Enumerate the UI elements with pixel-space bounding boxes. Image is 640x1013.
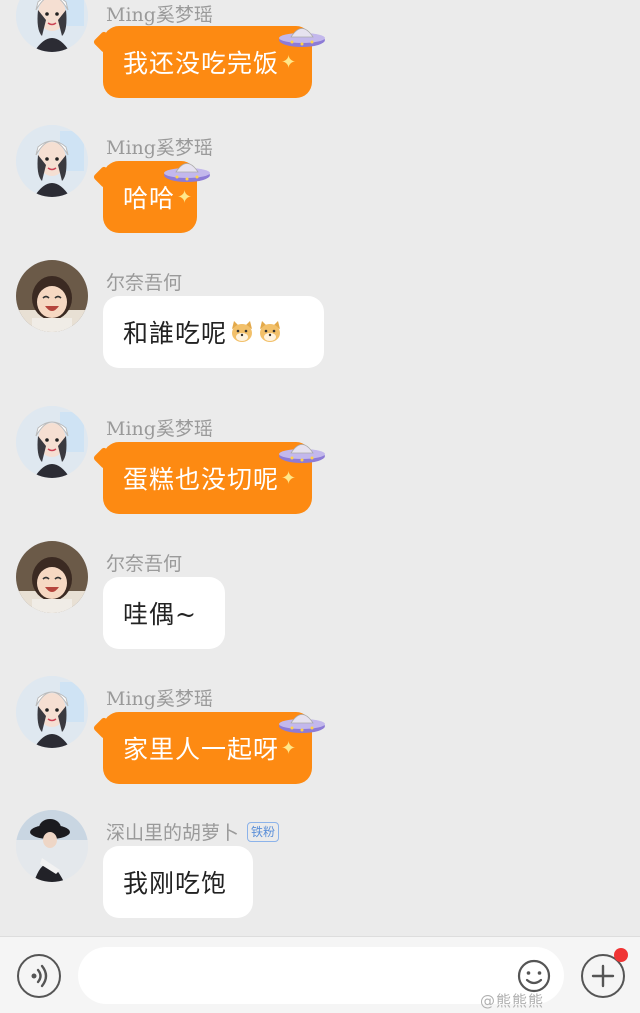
girl-white-cap-avatar[interactable] (16, 676, 88, 748)
sender-name-text: 深山里的胡萝卜 (106, 822, 240, 844)
watermark: @熊熊熊 (480, 992, 545, 1010)
woman-black-hat-avatar[interactable] (16, 810, 88, 882)
ufo-icon (279, 28, 325, 47)
message-text: 和誰吃呢 (123, 319, 228, 348)
message-bubble[interactable]: 和誰吃呢 (103, 296, 324, 368)
ufo-icon (279, 714, 325, 733)
message-bubble[interactable]: 哇偶~ (103, 577, 225, 649)
message-text: 我刚吃饱 (123, 869, 228, 898)
notification-dot (614, 948, 628, 962)
emoji-smile-icon[interactable] (516, 958, 552, 994)
message-text: 家里人一起呀 (123, 735, 280, 764)
ufo-icon (279, 444, 325, 463)
sender-name: 深山里的胡萝卜 铁粉 (106, 818, 280, 845)
plus-icon (591, 964, 615, 988)
girl-white-cap-avatar[interactable] (16, 406, 88, 478)
smiling-child-avatar[interactable] (16, 260, 88, 332)
chat-message-list[interactable]: Ming奚梦瑶 我还没吃完饭 ✦ Ming奚梦瑶 哈哈 ✦ 尔奈吾何 和誰吃呢 … (0, 0, 640, 936)
smiling-child-avatar[interactable] (16, 541, 88, 613)
fan-level-badge[interactable]: 铁粉 (247, 822, 280, 842)
message-bubble[interactable]: 我刚吃饱 (103, 846, 253, 918)
shiba-dog-emoji (232, 321, 253, 342)
shiba-dog-emoji (260, 321, 281, 342)
message-text: 蛋糕也没切呢 (123, 465, 280, 494)
sender-name: 尔奈吾何 (106, 553, 183, 575)
sender-name: Ming奚梦瑶 (106, 418, 213, 440)
girl-white-cap-avatar[interactable] (16, 125, 88, 197)
voice-button[interactable] (17, 954, 61, 998)
ufo-icon (164, 163, 210, 182)
voice-icon (31, 964, 48, 988)
girl-white-cap-avatar[interactable] (16, 0, 88, 52)
sender-name: Ming奚梦瑶 (106, 4, 213, 26)
message-text: 我还没吃完饭 (123, 49, 280, 78)
message-text: 哇偶~ (123, 600, 197, 629)
sender-name: 尔奈吾何 (106, 272, 183, 294)
sender-name: Ming奚梦瑶 (106, 688, 213, 710)
